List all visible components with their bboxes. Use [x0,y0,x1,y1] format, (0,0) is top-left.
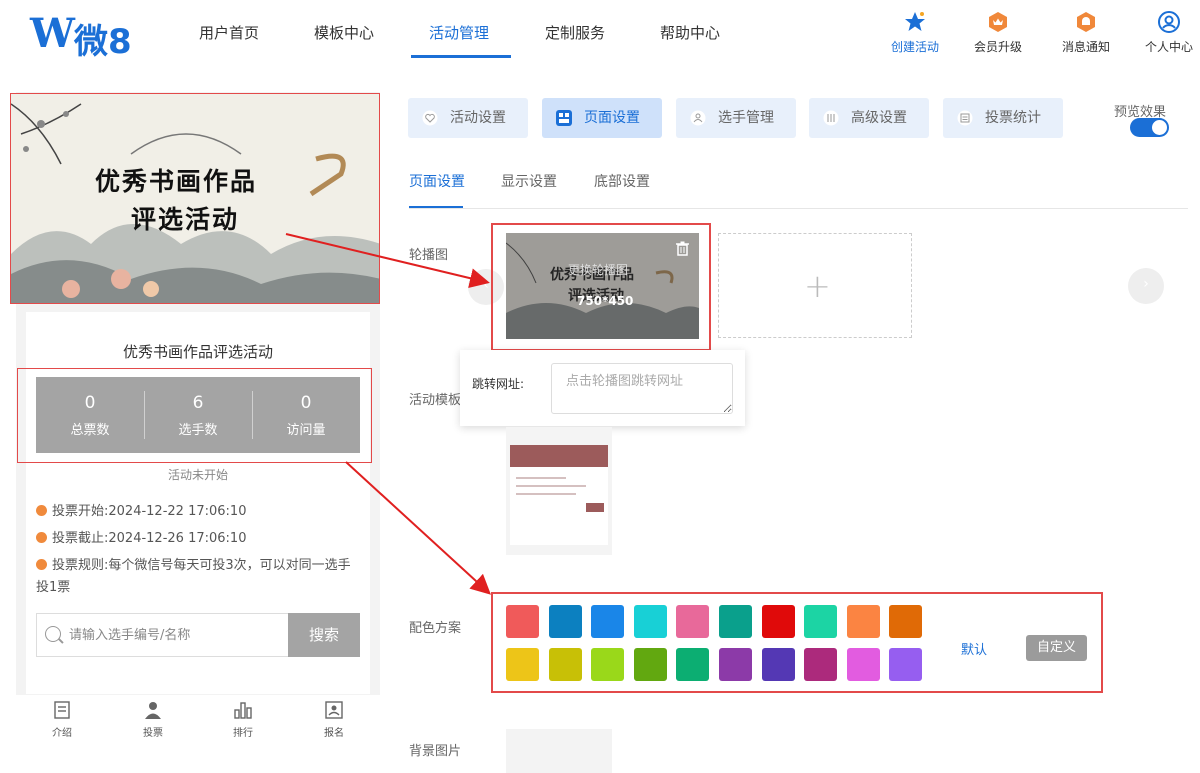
clock-icon [36,505,47,516]
color-swatch[interactable] [591,605,625,638]
carousel-highlight-box [491,223,711,351]
subtab-active-indicator [409,206,463,208]
color-swatch[interactable] [804,605,838,638]
nav-active-indicator [411,55,511,58]
color-swatch[interactable] [719,648,752,681]
nav-templates[interactable]: 模板中心 [314,22,374,43]
tab-vote-statistics[interactable]: 投票统计 [943,98,1063,138]
color-swatch[interactable] [506,648,539,681]
personal-center-button[interactable]: 个人中心 [1129,10,1200,55]
carousel-next-button[interactable]: › [1128,268,1164,304]
notifications-button[interactable]: 消息通知 [1046,10,1126,55]
info-icon [36,559,47,570]
color-swatch[interactable] [633,648,667,681]
ink-painting-illustration [11,103,379,303]
color-swatch[interactable] [719,605,752,638]
search-input[interactable] [69,624,279,646]
color-swatch[interactable] [889,648,923,681]
vote-rule-row: 投票规则:每个微信号每天可投3次，可以对同一选手投1票 [36,558,351,595]
create-activity-button[interactable]: 创建活动 [875,10,955,55]
tab-page-settings[interactable]: 页面设置 [542,98,662,138]
color-swatch[interactable] [761,605,795,638]
tab-ranking[interactable]: 排行 [208,700,278,739]
background-image-upload[interactable] [506,729,612,773]
color-swatch[interactable] [676,605,710,638]
bell-badge-icon [1077,12,1095,32]
clock-icon [36,532,47,543]
activity-title: 优秀书画作品评选活动 [122,343,273,361]
nav-home[interactable]: 用户首页 [199,22,259,43]
color-swatch[interactable] [761,648,795,681]
chevron-right-icon: › [1143,276,1149,292]
add-carousel-button[interactable]: + [718,233,912,338]
logo[interactable]: W 微8 [30,10,140,62]
carousel-label: 轮播图 [409,248,449,263]
subtab-page-settings[interactable]: 页面设置 [409,171,465,191]
color-swatch[interactable] [846,605,880,638]
template-thumb-header [510,445,608,467]
search-button[interactable]: 搜索 [288,613,360,657]
color-swatch[interactable] [591,648,625,681]
grid-icon [556,110,572,126]
contestant-icon [690,110,706,126]
preview-banner: 优秀书画作品 评选活动 [10,93,380,304]
subtab-divider [409,208,1188,209]
url-input[interactable] [551,363,733,414]
crown-badge-icon [989,12,1007,32]
color-swatch[interactable] [506,605,539,638]
tab-activity-settings[interactable]: 活动设置 [408,98,528,138]
url-label: 跳转网址: [472,377,525,391]
tab-intro[interactable]: 介绍 [27,700,97,739]
activity-status: 活动未开始 [167,468,228,482]
color-swatch[interactable] [548,648,582,681]
tab-contestant-management[interactable]: 选手管理 [676,98,796,138]
document-icon [54,701,70,719]
statistics-icon [957,110,973,126]
tab-advanced-settings[interactable]: 高级设置 [809,98,929,138]
sliders-icon [823,110,839,126]
user-icon [1158,11,1180,33]
tab-vote[interactable]: 投票 [118,700,188,739]
star-icon [905,12,925,31]
nav-help[interactable]: 帮助中心 [660,22,720,43]
vote-end-row: 投票截止:2024-12-26 17:06:10 [36,528,246,550]
vote-start-row: 投票开始:2024-12-22 17:06:10 [36,501,246,523]
top-header: W 微8 用户首页 模板中心 活动管理 定制服务 帮助中心 创建活动 会员升级 … [0,0,1200,72]
color-swatch[interactable] [846,648,880,681]
color-swatch[interactable] [804,648,838,681]
url-popover: 跳转网址: [460,350,745,426]
custom-color-button[interactable]: 自定义 [1026,635,1087,661]
color-swatch[interactable] [889,605,923,638]
color-swatch[interactable] [633,605,667,638]
contestant-search [36,613,288,657]
member-upgrade-button[interactable]: 会员升级 [958,10,1038,55]
tab-signup[interactable]: 报名 [299,700,369,739]
default-color-link[interactable]: 默认 [961,639,987,658]
person-icon [145,702,161,719]
stats-highlight-box [17,368,372,463]
subtab-display-settings[interactable]: 显示设置 [501,171,557,191]
heart-icon [422,110,438,126]
nav-custom-service[interactable]: 定制服务 [545,22,605,43]
banner-title-line1: 优秀书画作品 [95,167,258,196]
template-thumbnail[interactable] [506,427,612,555]
color-scheme-highlight-box [491,592,1103,693]
color-swatch[interactable] [676,648,710,681]
banner-title-line2: 评选活动 [131,205,240,234]
nav-activity-management[interactable]: 活动管理 [429,22,489,43]
signup-icon [325,701,343,719]
ranking-icon [234,702,252,719]
color-swatch[interactable] [548,605,582,638]
plus-icon: + [804,267,831,305]
color-scheme-label: 配色方案 [409,621,462,636]
template-label: 活动模板 [409,393,462,408]
search-icon [45,626,61,642]
background-image-label: 背景图片 [409,744,462,759]
preview-toggle[interactable] [1130,118,1169,137]
subtab-footer-settings[interactable]: 底部设置 [594,171,650,191]
